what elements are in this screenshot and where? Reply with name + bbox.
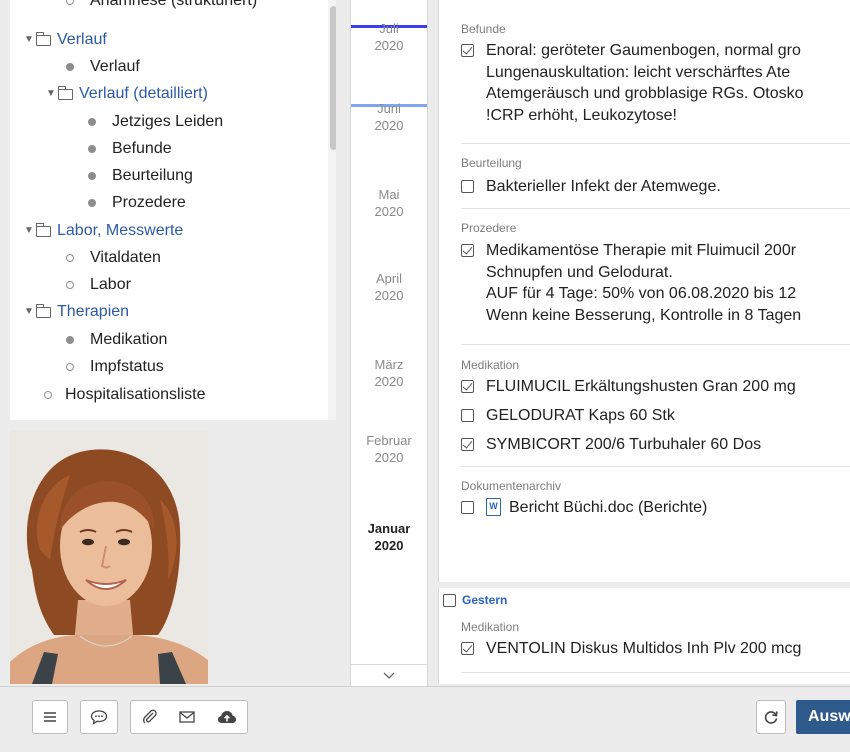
- checkbox-gestern[interactable]: [443, 593, 456, 607]
- empty-dot-icon: [66, 254, 74, 262]
- entry-befunde[interactable]: Enoral: geröteter Gaumenbogen, normal gr…: [461, 40, 804, 126]
- tree-folder-therapien[interactable]: ▼ Therapien: [24, 302, 129, 322]
- section-heading-medikation: Medikation: [461, 620, 520, 634]
- section-heading-beurteilung: Beurteilung: [461, 156, 522, 170]
- tree-item-beurteilung[interactable]: Beurteilung: [88, 166, 193, 186]
- timeline-month-maerz[interactable]: März 2020: [351, 356, 427, 390]
- checkbox-beurteilung[interactable]: [461, 180, 474, 193]
- timeline-month-mai[interactable]: Mai 2020: [351, 186, 427, 220]
- medication-item[interactable]: GELODURAT Kaps 60 Stk: [461, 405, 675, 427]
- entry-beurteilung[interactable]: Bakterieller Infekt der Atemwege.: [461, 176, 721, 198]
- timeline-month-januar[interactable]: Januar 2020: [351, 520, 427, 554]
- checkbox-medication[interactable]: [461, 409, 474, 422]
- comment-icon: [90, 709, 108, 725]
- checkbox-medication[interactable]: [461, 438, 474, 451]
- folder-icon: [35, 303, 51, 318]
- checkbox-medication[interactable]: [461, 642, 474, 655]
- expand-arrow-icon[interactable]: ▼: [46, 84, 58, 104]
- medication-item[interactable]: SYMBICORT 200/6 Turbuhaler 60 Dos: [461, 434, 761, 456]
- cloud-upload-button[interactable]: [206, 700, 248, 734]
- checkbox-document[interactable]: [461, 501, 474, 514]
- medication-item[interactable]: VENTOLIN Diskus Multidos Inh Plv 200 mcg: [461, 638, 801, 660]
- mail-button[interactable]: [168, 700, 207, 734]
- section-heading-dokumentenarchiv: Dokumentenarchiv: [461, 479, 562, 493]
- timeline-month-juli[interactable]: Juli 2020: [351, 20, 427, 54]
- expand-arrow-icon[interactable]: ▼: [24, 30, 36, 50]
- auswahl-button[interactable]: Ausw: [796, 700, 850, 734]
- section-heading-befunde: Befunde: [461, 22, 506, 36]
- filled-dot-icon: [88, 199, 96, 207]
- expand-arrow-icon[interactable]: ▼: [24, 221, 36, 241]
- menu-icon: [43, 711, 57, 723]
- folder-icon: [35, 222, 51, 237]
- checkbox-medication[interactable]: [461, 380, 474, 393]
- section-divider: [461, 344, 850, 345]
- tree-scrollbar-thumb[interactable]: [330, 6, 336, 150]
- tree-item-verlauf[interactable]: Verlauf: [66, 57, 140, 77]
- section-heading-medikation: Medikation: [461, 358, 520, 372]
- entry-prozedere[interactable]: Medikamentöse Therapie mit Fluimucil 200…: [461, 240, 801, 326]
- timeline[interactable]: Juli 2020 Juni 2020 Mai 2020 April 2020 …: [350, 0, 428, 686]
- entry-date-label[interactable]: Gestern: [462, 593, 507, 607]
- menu-button[interactable]: [32, 700, 68, 734]
- filled-dot-icon: [88, 172, 96, 180]
- consultation-entry: Befunde Enoral: geröteter Gaumenbogen, n…: [438, 0, 850, 582]
- timeline-scroll-down-button[interactable]: [351, 664, 427, 686]
- cloud-upload-icon: [217, 709, 237, 725]
- folder-icon: [57, 85, 73, 100]
- tree-item-jetziges-leiden[interactable]: Jetziges Leiden: [88, 112, 223, 132]
- section-heading-prozedere: Prozedere: [461, 221, 517, 235]
- tree-item-impfstatus[interactable]: Impfstatus: [66, 357, 164, 377]
- tree-folder-verlauf-detailliert[interactable]: ▼ Verlauf (detailliert): [46, 84, 208, 104]
- entry-header-gestern[interactable]: Gestern: [439, 588, 850, 612]
- folder-icon: [35, 31, 51, 46]
- attachment-button[interactable]: [130, 700, 169, 734]
- filled-dot-icon: [66, 63, 74, 71]
- consultation-entry-gestern: Gestern Medikation VENTOLIN Diskus Multi…: [438, 588, 850, 684]
- section-divider: [461, 208, 850, 209]
- tree-item-anamnese[interactable]: Anamnese (strukturiert): [66, 0, 257, 11]
- empty-dot-icon: [44, 391, 52, 399]
- filled-dot-icon: [66, 336, 74, 344]
- tree-item-medikation[interactable]: Medikation: [66, 330, 167, 350]
- navigation-tree: Anamnese (strukturiert) ▼ Verlauf Verlau…: [10, 0, 336, 420]
- section-divider: [461, 672, 850, 673]
- tree-item-hospitalisationsliste[interactable]: Hospitalisationsliste: [44, 385, 206, 405]
- filled-dot-icon: [88, 118, 96, 126]
- empty-dot-icon: [66, 363, 74, 371]
- tree-scrollbar[interactable]: [328, 0, 336, 420]
- timeline-month-februar[interactable]: Februar 2020: [351, 432, 427, 466]
- patient-photo: [10, 430, 208, 684]
- medication-item[interactable]: FLUIMUCIL Erkältungshusten Gran 200 mg: [461, 376, 796, 398]
- tree-item-vitaldaten[interactable]: Vitaldaten: [66, 248, 161, 268]
- document-item[interactable]: W Bericht Büchi.doc (Berichte): [461, 497, 707, 519]
- empty-dot-icon: [66, 281, 74, 289]
- chevron-down-icon: [383, 668, 395, 682]
- tree-folder-labor-messwerte[interactable]: ▼ Labor, Messwerte: [24, 221, 183, 241]
- comment-button[interactable]: [80, 700, 118, 734]
- refresh-button[interactable]: [756, 700, 786, 734]
- refresh-icon: [763, 709, 779, 725]
- bottom-toolbar: Ausw: [0, 686, 850, 752]
- timeline-month-april[interactable]: April 2020: [351, 270, 427, 304]
- checkbox-prozedere[interactable]: [461, 244, 474, 257]
- expand-arrow-icon[interactable]: ▼: [24, 302, 36, 322]
- tree-item-prozedere[interactable]: Prozedere: [88, 193, 186, 213]
- empty-dot-icon: [66, 0, 74, 5]
- word-document-icon: W: [486, 498, 501, 516]
- mail-icon: [179, 711, 195, 723]
- filled-dot-icon: [88, 145, 96, 153]
- section-divider: [461, 143, 850, 144]
- timeline-month-juni[interactable]: Juni 2020: [351, 100, 427, 134]
- section-divider: [461, 466, 850, 467]
- tree-item-labor[interactable]: Labor: [66, 275, 131, 295]
- checkbox-befunde[interactable]: [461, 44, 474, 57]
- tree-item-befunde[interactable]: Befunde: [88, 139, 172, 159]
- attachment-icon: [142, 709, 158, 725]
- tree-folder-verlauf[interactable]: ▼ Verlauf: [24, 30, 107, 50]
